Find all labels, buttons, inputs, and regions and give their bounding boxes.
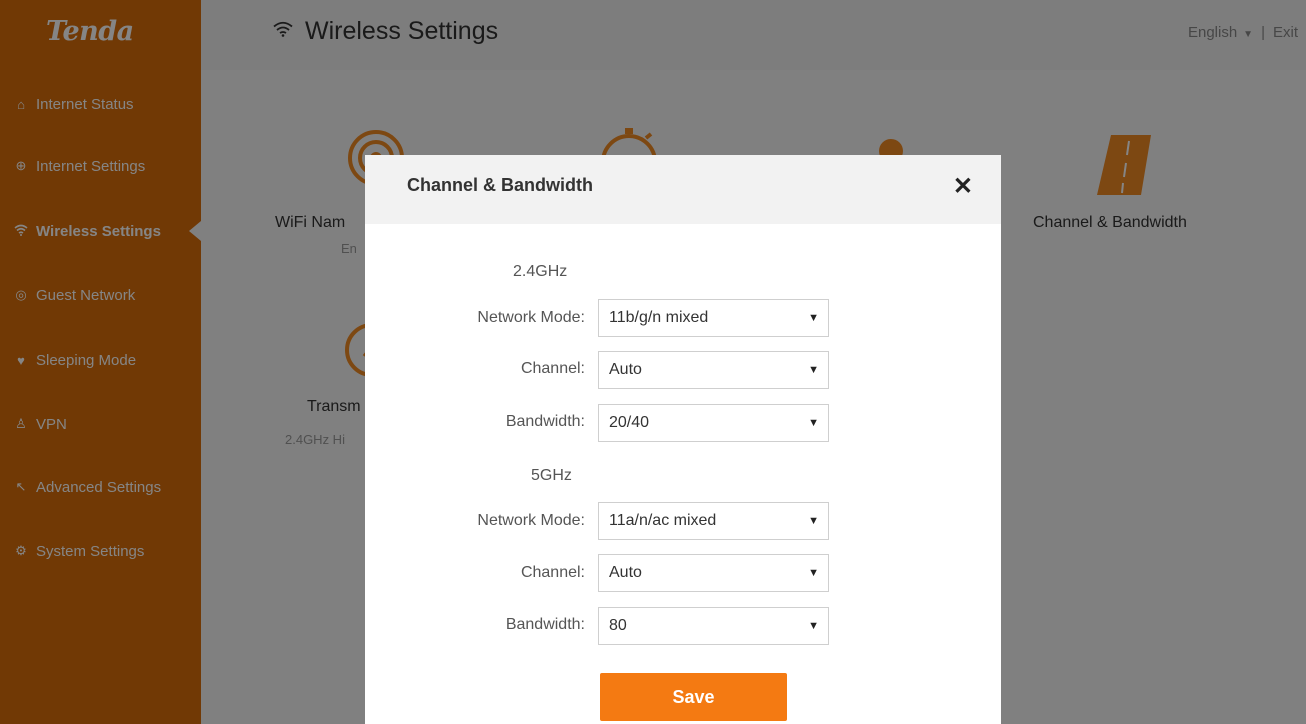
- dropdown-arrow-icon: ▼: [808, 364, 819, 376]
- channel-label-24: Channel:: [520, 360, 585, 377]
- network-mode-select-5[interactable]: 11a/n/ac mixed ▼: [598, 502, 829, 540]
- bandwidth-select-5[interactable]: 80 ▼: [598, 607, 829, 645]
- select-value: 11b/g/n mixed: [609, 309, 709, 326]
- channel-select-5[interactable]: Auto ▼: [598, 554, 829, 592]
- dropdown-arrow-icon: ▼: [808, 312, 819, 324]
- network-mode-label-5: Network Mode:: [477, 512, 585, 529]
- channel-select-24[interactable]: Auto ▼: [598, 351, 829, 389]
- bandwidth-label-5: Bandwidth:: [505, 616, 585, 633]
- dropdown-arrow-icon: ▼: [808, 417, 819, 429]
- bandwidth-label-24: Bandwidth:: [505, 413, 585, 430]
- band-5ghz-heading: 5GHz: [531, 467, 572, 484]
- close-icon[interactable]: ✕: [953, 175, 973, 199]
- dropdown-arrow-icon: ▼: [808, 567, 819, 579]
- band-24ghz-heading: 2.4GHz: [513, 263, 568, 280]
- select-value: Auto: [609, 564, 642, 581]
- select-value: 20/40: [609, 414, 650, 431]
- network-mode-select-24[interactable]: 11b/g/n mixed ▼: [598, 299, 829, 337]
- network-mode-label-24: Network Mode:: [477, 309, 585, 326]
- select-value: Auto: [609, 361, 642, 378]
- channel-bandwidth-dialog: Channel & Bandwidth ✕ 2.4GHz Network Mod…: [365, 155, 1001, 724]
- save-button[interactable]: Save: [600, 673, 787, 721]
- dialog-title: Channel & Bandwidth: [407, 175, 593, 195]
- channel-label-5: Channel:: [520, 564, 585, 581]
- dropdown-arrow-icon: ▼: [808, 620, 819, 632]
- dialog-header: Channel & Bandwidth ✕: [365, 155, 1001, 224]
- dropdown-arrow-icon: ▼: [808, 515, 819, 527]
- bandwidth-select-24[interactable]: 20/40 ▼: [598, 404, 829, 442]
- select-value: 80: [609, 617, 627, 634]
- select-value: 11a/n/ac mixed: [609, 512, 717, 529]
